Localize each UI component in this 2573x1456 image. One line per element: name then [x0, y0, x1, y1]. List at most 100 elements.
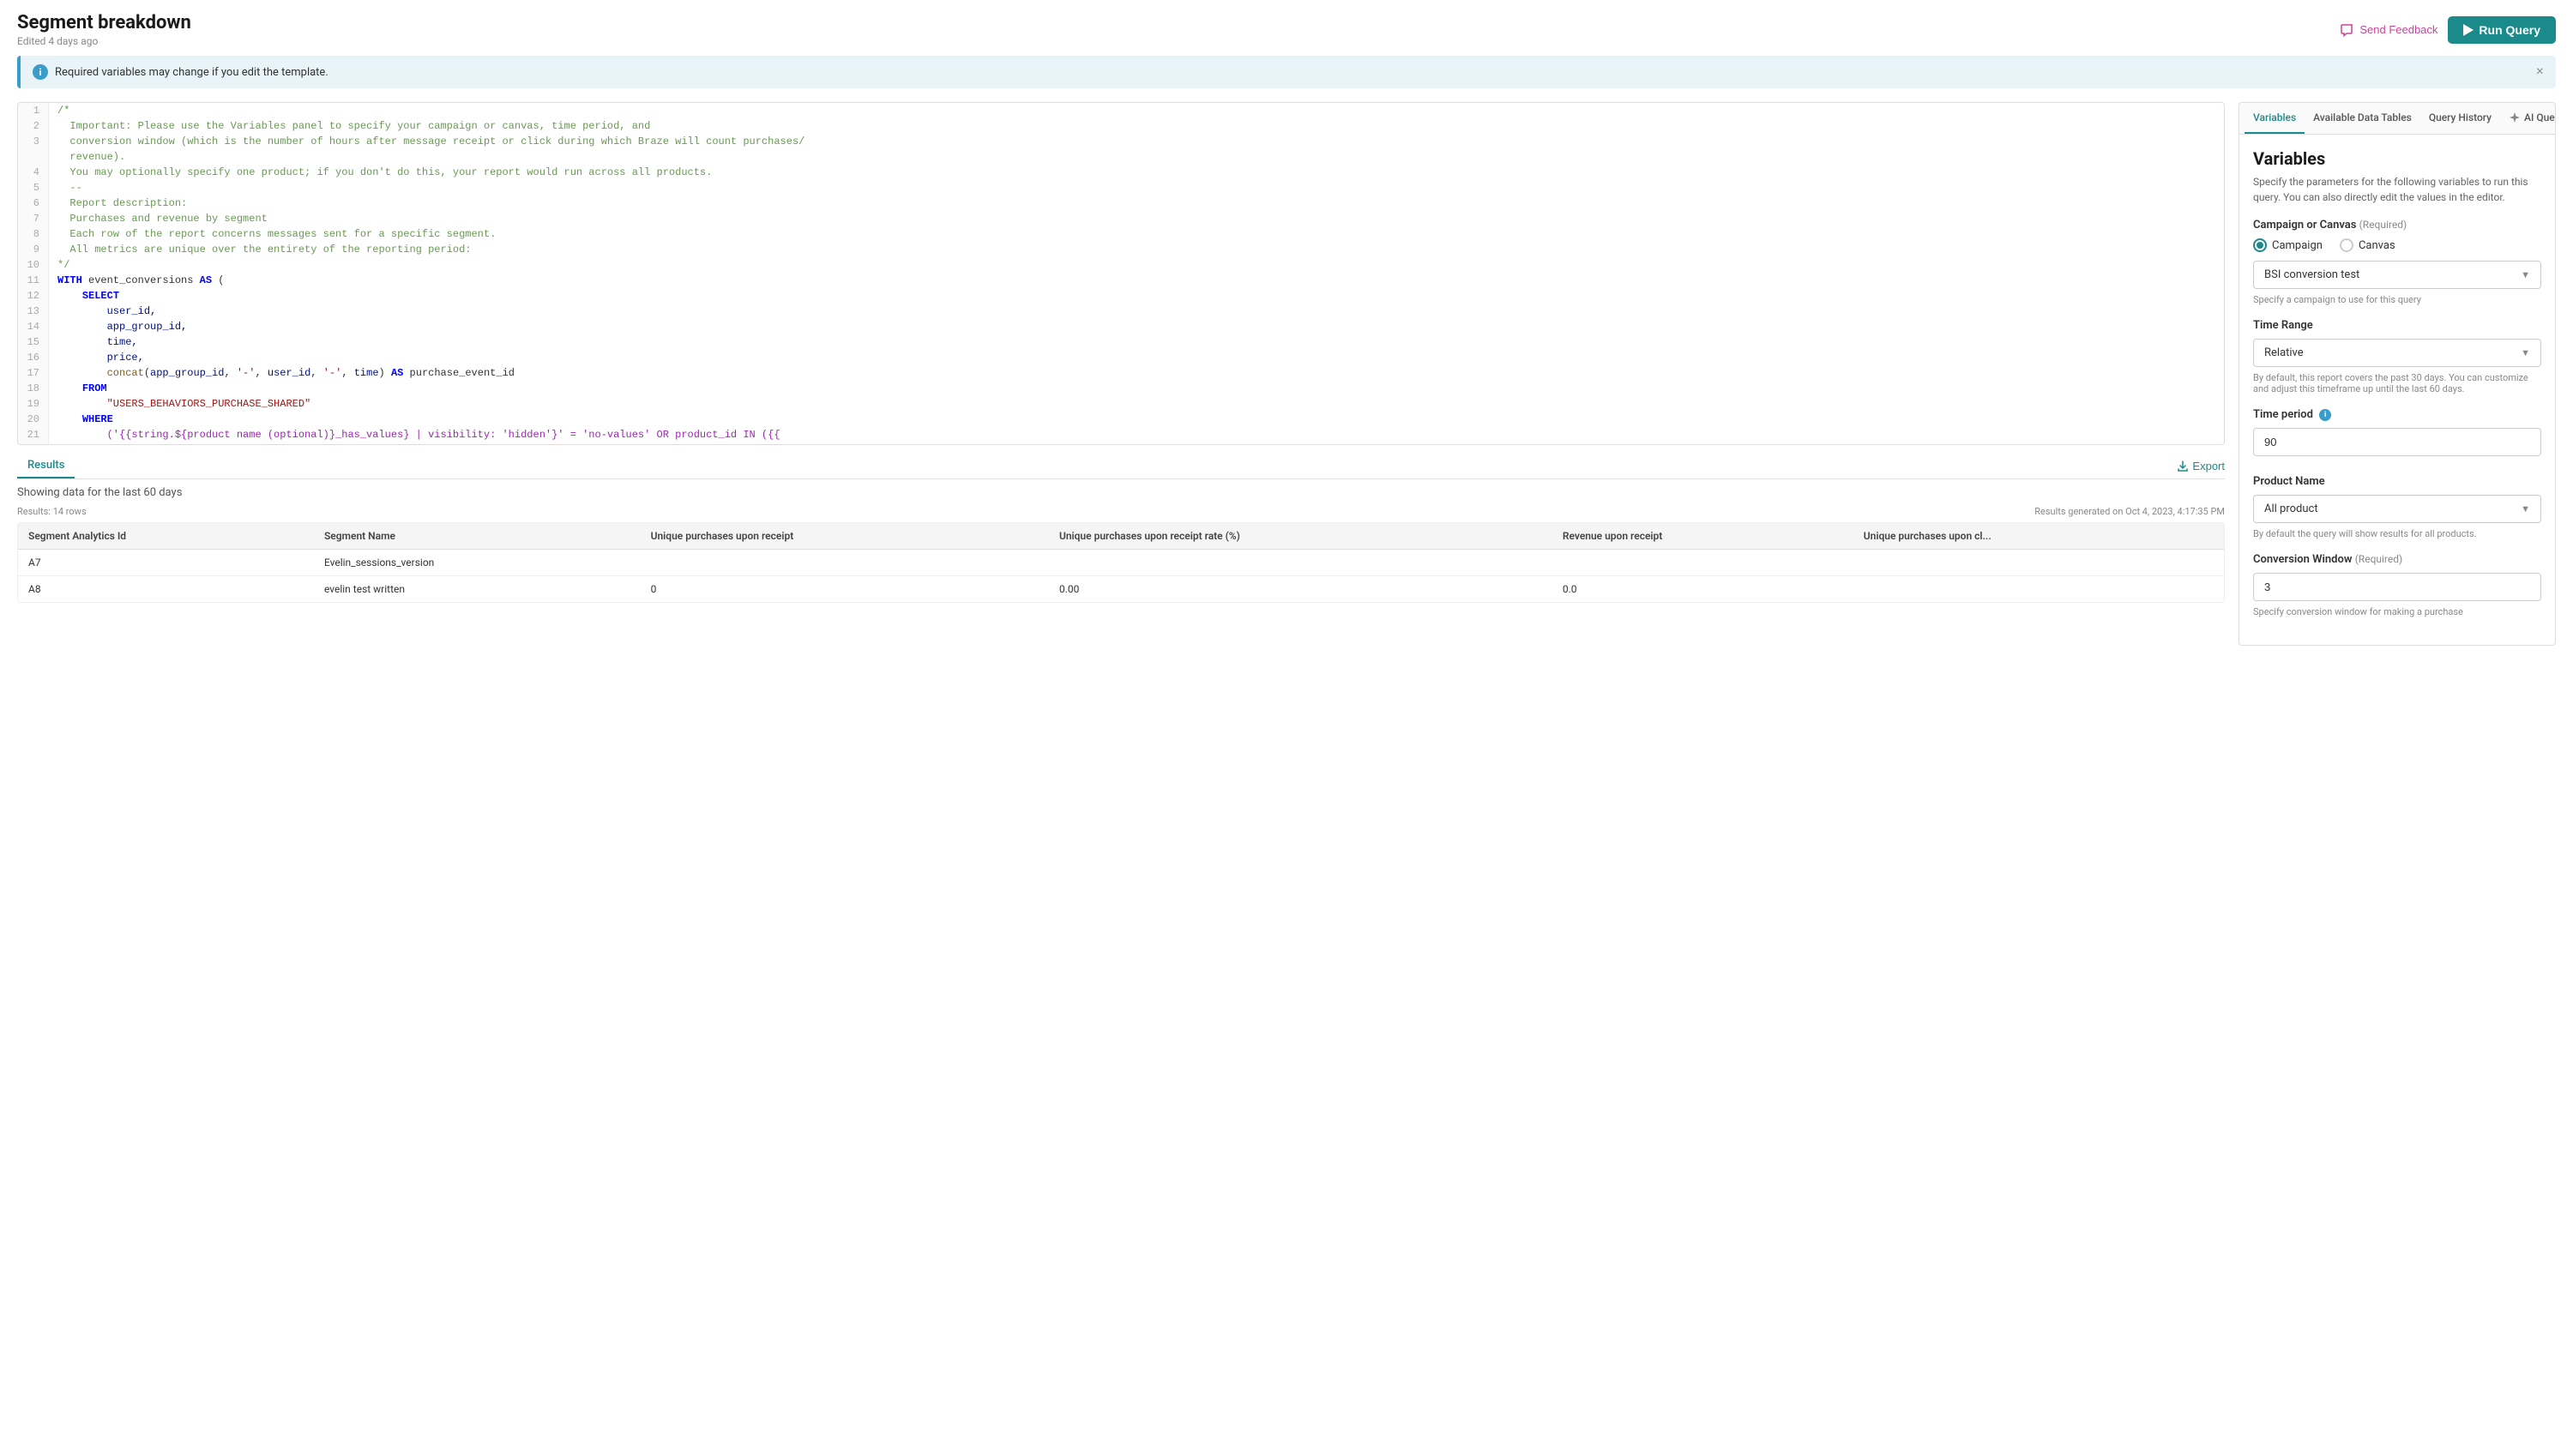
time-range-value: Relative	[2264, 346, 2304, 359]
code-line: 1 /*	[18, 103, 2224, 118]
cell-rur: 0.0	[1552, 576, 1853, 603]
conversion-window-section: Conversion Window (Required) Specify con…	[2253, 553, 2541, 617]
campaign-select[interactable]: BSI conversion test ▼	[2253, 261, 2541, 289]
cell-name: evelin test written	[314, 576, 641, 603]
page-header: Segment breakdown Edited 4 days ago Send…	[0, 0, 2573, 51]
ai-icon	[2509, 111, 2521, 123]
right-tabs: Variables Available Data Tables Query Hi…	[2239, 103, 2555, 135]
campaign-canvas-label: Campaign or Canvas (Required)	[2253, 219, 2541, 232]
variables-desc: Specify the parameters for the following…	[2253, 174, 2541, 205]
cell-id: A7	[18, 550, 314, 576]
cell-id: A8	[18, 576, 314, 603]
alert-close-button[interactable]: ×	[2536, 64, 2544, 80]
time-range-label: Time Range	[2253, 319, 2541, 332]
col-unique-purchases: Unique purchases upon receipt	[641, 523, 1049, 550]
code-line: 6 Report description:	[18, 196, 2224, 211]
results-tab[interactable]: Results	[17, 454, 75, 478]
code-line: 11 WITH event_conversions AS (	[18, 273, 2224, 288]
chevron-down-icon: ▼	[2521, 269, 2530, 280]
col-unique-purchases-rate: Unique purchases upon receipt rate (%)	[1049, 523, 1552, 550]
table-row: A8 evelin test written 0 0.00 0.0	[18, 576, 2224, 603]
tab-ai-query-builder[interactable]: AI Query Builder	[2500, 103, 2556, 134]
feedback-icon	[2341, 23, 2354, 37]
code-editor[interactable]: 1 /* 2 Important: Please use the Variabl…	[17, 102, 2225, 445]
product-name-label: Product Name	[2253, 475, 2541, 488]
alert-banner: i Required variables may change if you e…	[17, 56, 2556, 88]
export-icon	[2177, 460, 2189, 472]
tab-available-data-tables[interactable]: Available Data Tables	[2305, 103, 2420, 134]
code-line: 7 Purchases and revenue by segment	[18, 211, 2224, 226]
code-line: revenue).	[18, 149, 2224, 165]
code-line: 13 user_id,	[18, 304, 2224, 319]
row-count: Results: 14 rows	[17, 506, 87, 517]
page-subtitle: Edited 4 days ago	[17, 35, 191, 47]
results-section: Results Export Showing data for the last…	[17, 454, 2225, 603]
code-line: 20 WHERE	[18, 412, 2224, 427]
col-segment-name: Segment Name	[314, 523, 641, 550]
alert-message: Required variables may change if you edi…	[55, 66, 328, 79]
time-period-label: Time period i	[2253, 408, 2541, 421]
code-line: 18 FROM	[18, 381, 2224, 396]
generated-text: Results generated on Oct 4, 2023, 4:17:3…	[2034, 506, 2225, 517]
code-line: 17 concat(app_group_id, '-', user_id, '-…	[18, 365, 2224, 381]
conversion-window-label: Conversion Window (Required)	[2253, 553, 2541, 566]
table-header-row: Segment Analytics Id Segment Name Unique…	[18, 523, 2224, 550]
info-icon: i	[33, 64, 48, 80]
tab-query-history[interactable]: Query History	[2420, 103, 2500, 134]
radio-group: Campaign Canvas	[2253, 238, 2541, 252]
code-line: 2 Important: Please use the Variables pa…	[18, 118, 2224, 134]
time-range-select[interactable]: Relative ▼	[2253, 339, 2541, 367]
cell-upur	[641, 550, 1049, 576]
product-name-value: All product	[2264, 502, 2318, 515]
results-tabs: Results Export	[17, 454, 2225, 479]
chevron-down-icon: ▼	[2521, 503, 2530, 514]
code-line: 5 --	[18, 180, 2224, 196]
results-table-wrap: Segment Analytics Id Segment Name Unique…	[17, 522, 2225, 603]
right-panel: Variables Available Data Tables Query Hi…	[2239, 102, 2556, 646]
run-query-button[interactable]: Run Query	[2448, 16, 2556, 44]
conversion-window-input[interactable]	[2253, 573, 2541, 601]
product-name-hint: By default the query will show results f…	[2253, 528, 2541, 539]
play-icon	[2463, 24, 2474, 36]
variables-title: Variables	[2253, 148, 2541, 169]
time-period-section: Time period i	[2253, 408, 2541, 461]
tab-variables[interactable]: Variables	[2245, 103, 2305, 134]
radio-circle-campaign	[2253, 238, 2267, 252]
code-line: 14 app_group_id,	[18, 319, 2224, 334]
code-line: 8 Each row of the report concerns messag…	[18, 226, 2224, 242]
table-row: A7 Evelin_sessions_version	[18, 550, 2224, 576]
radio-canvas[interactable]: Canvas	[2340, 238, 2395, 252]
conversion-window-hint: Specify conversion window for making a p…	[2253, 606, 2541, 617]
code-line: {products.${product name (optional)}}})	[18, 442, 2224, 445]
variables-panel: Variables Specify the parameters for the…	[2239, 135, 2555, 645]
product-name-select[interactable]: All product ▼	[2253, 495, 2541, 523]
code-line: 4 You may optionally specify one product…	[18, 165, 2224, 180]
code-line: 9 All metrics are unique over the entire…	[18, 242, 2224, 257]
radio-campaign[interactable]: Campaign	[2253, 238, 2323, 252]
campaign-or-canvas-section: Campaign or Canvas (Required) Campaign C…	[2253, 219, 2541, 305]
code-line: 19 "USERS_BEHAVIORS_PURCHASE_SHARED"	[18, 396, 2224, 412]
code-line: 15 time,	[18, 334, 2224, 350]
time-period-input[interactable]	[2253, 428, 2541, 456]
code-line: 16 price,	[18, 350, 2224, 365]
cell-upucl	[1853, 550, 2224, 576]
page-title: Segment breakdown	[17, 12, 191, 33]
header-actions: Send Feedback Run Query	[2341, 16, 2556, 44]
product-name-section: Product Name All product ▼ By default th…	[2253, 475, 2541, 539]
cell-upucl	[1853, 576, 2224, 603]
code-line: 21 ('{{string.${product name (optional)}…	[18, 427, 2224, 442]
col-revenue: Revenue upon receipt	[1552, 523, 1853, 550]
send-feedback-button[interactable]: Send Feedback	[2341, 23, 2437, 37]
col-unique-purchases-cl: Unique purchases upon cl...	[1853, 523, 2224, 550]
time-range-section: Time Range Relative ▼ By default, this r…	[2253, 319, 2541, 394]
page-title-area: Segment breakdown Edited 4 days ago	[17, 12, 191, 47]
export-button[interactable]: Export	[2177, 454, 2225, 478]
left-panel: 1 /* 2 Important: Please use the Variabl…	[17, 102, 2225, 1447]
cell-upurr: 0.00	[1049, 576, 1552, 603]
radio-circle-canvas	[2340, 238, 2353, 252]
code-line: 10 */	[18, 257, 2224, 273]
main-content: 1 /* 2 Important: Please use the Variabl…	[0, 93, 2573, 1447]
cell-name: Evelin_sessions_version	[314, 550, 641, 576]
cell-upurr	[1049, 550, 1552, 576]
time-range-hint: By default, this report covers the past …	[2253, 372, 2541, 394]
